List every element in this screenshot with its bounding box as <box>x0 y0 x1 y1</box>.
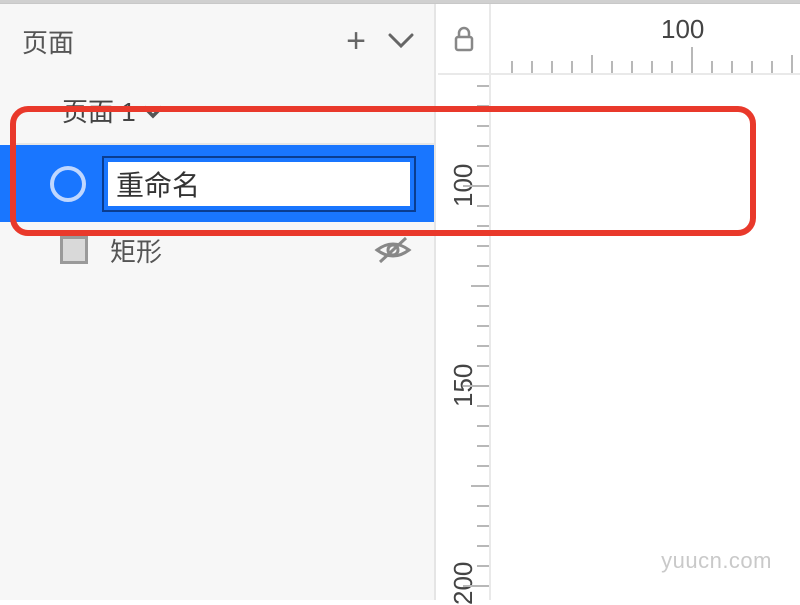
layer-item[interactable]: 矩形 <box>0 222 434 278</box>
ruler-origin-lock[interactable] <box>438 4 491 75</box>
ruler-h-ticks <box>491 43 800 73</box>
canvas-area[interactable]: 100 100 150 200 <box>438 4 800 600</box>
eye-off-icon <box>374 235 412 265</box>
page-item-label: 页面 1 <box>62 92 136 129</box>
visibility-toggle[interactable] <box>374 235 412 265</box>
vertical-ruler: 100 150 200 <box>438 75 491 600</box>
page-expand-chevron[interactable] <box>142 95 164 126</box>
sidebar-title: 页面 <box>22 23 346 60</box>
rectangle-shape-icon <box>60 236 88 264</box>
circle-shape-icon <box>50 166 86 202</box>
ruler-v-label-200: 200 <box>448 562 479 605</box>
chevron-down-icon <box>142 105 164 119</box>
lock-icon <box>453 26 475 52</box>
watermark: yuucn.com <box>661 548 772 574</box>
horizontal-ruler: 100 <box>491 4 800 75</box>
add-page-button[interactable]: + <box>346 24 366 58</box>
page-list-item[interactable]: 页面 1 <box>0 78 434 143</box>
layer-rename-input[interactable] <box>104 158 414 210</box>
sidebar-header: 页面 + <box>0 4 434 78</box>
layer-item-label: 矩形 <box>110 232 374 269</box>
pages-menu-chevron[interactable] <box>388 33 414 49</box>
ruler-h-label-100: 100 <box>661 14 704 45</box>
pages-sidebar: 页面 + 页面 1 矩形 <box>0 4 436 600</box>
layer-item-selected[interactable] <box>0 145 434 222</box>
chevron-down-icon <box>388 33 414 49</box>
